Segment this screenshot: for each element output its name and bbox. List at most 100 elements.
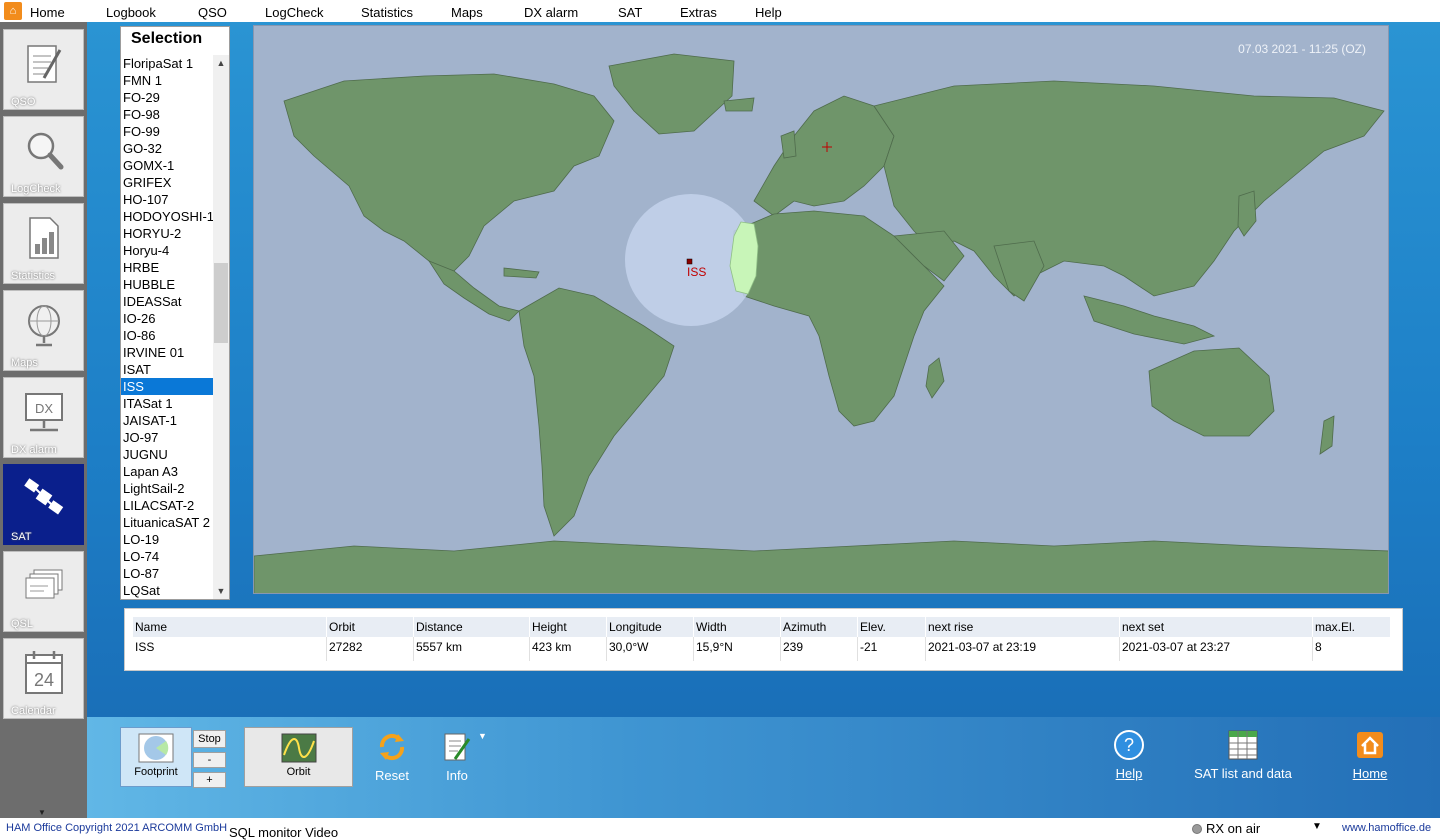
- list-item[interactable]: HRBE: [121, 259, 213, 276]
- sidebar-item-dx-alarm[interactable]: DX DX alarm: [3, 377, 84, 458]
- spreadsheet-icon: [1228, 730, 1258, 760]
- column-header-distance[interactable]: Distance: [414, 617, 530, 637]
- list-item[interactable]: FO-98: [121, 106, 213, 123]
- list-item[interactable]: LQSat: [121, 582, 213, 599]
- sidebar-item-label: QSO: [11, 96, 36, 108]
- menu-home[interactable]: Home: [30, 3, 65, 20]
- list-item[interactable]: LO-87: [121, 565, 213, 582]
- menu-logbook[interactable]: Logbook: [106, 3, 156, 20]
- copyright-text: HAM Office Copyright 2021 ARCOMM GmbH: [6, 822, 228, 834]
- orbit-button[interactable]: Orbit: [244, 727, 353, 787]
- sidebar-item-qso[interactable]: QSO: [3, 29, 84, 110]
- menu-logcheck[interactable]: LogCheck: [265, 3, 324, 20]
- list-item[interactable]: GO-32: [121, 140, 213, 157]
- help-button[interactable]: ? Help: [1107, 729, 1151, 781]
- column-header-azimuth[interactable]: Azimuth: [781, 617, 858, 637]
- sidebar-item-qsl[interactable]: QSL: [3, 551, 84, 632]
- column-header-max-elevation[interactable]: max.El.: [1313, 617, 1391, 637]
- map-datetime: 07.03 2021 - 11:25 (OZ): [1238, 42, 1366, 56]
- scroll-up-icon[interactable]: ▲: [213, 55, 229, 71]
- list-item[interactable]: IRVINE 01: [121, 344, 213, 361]
- list-item[interactable]: ISS: [121, 378, 213, 395]
- menu-help[interactable]: Help: [755, 3, 782, 20]
- sidebar-item-logcheck[interactable]: LogCheck: [3, 116, 84, 197]
- list-item[interactable]: IO-26: [121, 310, 213, 327]
- list-item[interactable]: HUBBLE: [121, 276, 213, 293]
- table-cell-next-rise: 2021-03-07 at 23:19: [928, 640, 1037, 654]
- list-item[interactable]: LILACSAT-2: [121, 497, 213, 514]
- column-header-orbit[interactable]: Orbit: [327, 617, 414, 637]
- selection-scrollbar[interactable]: ▲ ▼: [213, 55, 229, 599]
- sat-list-button[interactable]: SAT list and data: [1187, 729, 1299, 781]
- list-item[interactable]: JAISAT-1: [121, 412, 213, 429]
- info-label: Info: [446, 768, 468, 783]
- list-item[interactable]: LituanicaSAT 2: [121, 514, 213, 531]
- rx-dropdown-icon[interactable]: ▼: [1312, 821, 1322, 832]
- list-item[interactable]: FloripaSat 1: [121, 55, 213, 72]
- list-item[interactable]: HO-107: [121, 191, 213, 208]
- list-item[interactable]: HODOYOSHI-1: [121, 208, 214, 225]
- scroll-down-icon[interactable]: ▼: [213, 583, 229, 599]
- list-item[interactable]: LightSail-2: [121, 480, 213, 497]
- column-header-next-set[interactable]: next set: [1120, 617, 1313, 637]
- menu-qso[interactable]: QSO: [198, 3, 227, 20]
- menu-statistics[interactable]: Statistics: [361, 3, 413, 20]
- sidebar-item-calendar[interactable]: 24 Calendar: [3, 638, 84, 719]
- column-header-elevation[interactable]: Elev.: [858, 617, 926, 637]
- list-item[interactable]: Horyu-4: [121, 242, 213, 259]
- column-separator: [925, 637, 926, 661]
- list-item[interactable]: JO-97: [121, 429, 213, 446]
- rx-status[interactable]: RX on air: [1192, 821, 1260, 836]
- satellite-list[interactable]: FloripaSat 1 FMN 1 FO-29 FO-98 FO-99 GO-32 GOM…: [121, 55, 214, 599]
- column-separator: [413, 637, 414, 661]
- column-header-height[interactable]: Height: [530, 617, 607, 637]
- menu-maps[interactable]: Maps: [451, 3, 483, 20]
- reset-button[interactable]: Reset: [370, 731, 414, 783]
- website-link[interactable]: www.hamoffice.de: [1342, 822, 1431, 834]
- list-item[interactable]: FO-99: [121, 123, 213, 140]
- info-button[interactable]: Info: [435, 731, 479, 783]
- column-header-name[interactable]: Name: [133, 617, 327, 637]
- rx-label: RX on air: [1206, 821, 1261, 836]
- menu-dx-alarm[interactable]: DX alarm: [524, 3, 578, 20]
- list-item[interactable]: JUGNU: [121, 446, 213, 463]
- sidebar-item-label: DX alarm: [11, 444, 57, 456]
- sidebar-item-sat[interactable]: SAT: [3, 464, 84, 545]
- sidebar-collapse-arrow[interactable]: ▼: [38, 808, 46, 817]
- list-item[interactable]: Lapan A3: [121, 463, 213, 480]
- menu-sat[interactable]: SAT: [618, 3, 642, 20]
- list-item[interactable]: IO-86: [121, 327, 213, 344]
- column-separator: [1119, 637, 1120, 661]
- column-header-next-rise[interactable]: next rise: [926, 617, 1120, 637]
- column-header-longitude[interactable]: Longitude: [607, 617, 694, 637]
- table-cell-next-set: 2021-03-07 at 23:27: [1122, 640, 1231, 654]
- footprint-button[interactable]: Footprint: [120, 727, 192, 787]
- footprint-label: Footprint: [134, 766, 178, 778]
- plus-button[interactable]: +: [193, 772, 226, 788]
- list-item[interactable]: GOMX-1: [121, 157, 213, 174]
- sidebar-item-maps[interactable]: Maps: [3, 290, 84, 371]
- scroll-thumb[interactable]: [214, 263, 228, 343]
- list-item[interactable]: FO-29: [121, 89, 213, 106]
- home-app-icon[interactable]: ⌂: [4, 2, 22, 20]
- column-header-width[interactable]: Width: [694, 617, 781, 637]
- list-item[interactable]: FMN 1: [121, 72, 213, 89]
- info-dropdown-icon[interactable]: ▼: [478, 731, 487, 741]
- sidebar-item-label: Statistics: [11, 270, 56, 282]
- list-item[interactable]: LO-74: [121, 548, 213, 565]
- iss-marker: [686, 258, 693, 265]
- selection-title: Selection: [131, 30, 203, 47]
- sidebar-item-statistics[interactable]: Statistics: [3, 203, 84, 284]
- list-item[interactable]: IDEASSat: [121, 293, 213, 310]
- menu-extras[interactable]: Extras: [680, 3, 717, 20]
- minus-button[interactable]: -: [193, 752, 226, 768]
- list-item[interactable]: ISAT: [121, 361, 213, 378]
- world-map[interactable]: 07.03 2021 - 11:25 (OZ) ISS: [253, 25, 1389, 594]
- list-item[interactable]: HORYU-2: [121, 225, 213, 242]
- sidebar-item-label: LogCheck: [11, 183, 61, 195]
- home-button[interactable]: Home: [1347, 729, 1393, 781]
- stop-button[interactable]: Stop: [193, 730, 226, 748]
- list-item[interactable]: LO-19: [121, 531, 213, 548]
- list-item[interactable]: GRIFEX: [121, 174, 213, 191]
- list-item[interactable]: ITASat 1: [121, 395, 213, 412]
